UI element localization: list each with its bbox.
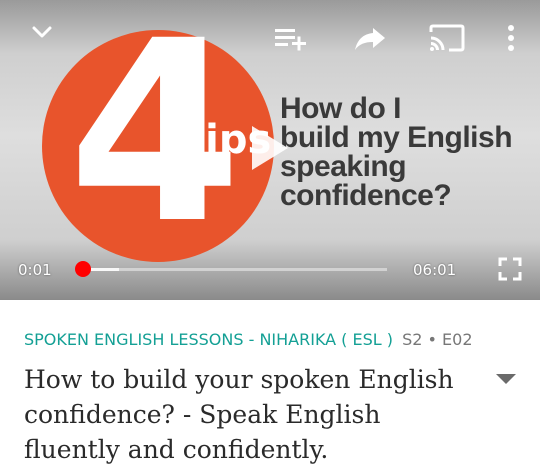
thumbnail-headline-line: confidence? (280, 179, 452, 212)
thumbnail-headline: How do I build my English speaking confi… (280, 92, 530, 212)
thumbnail-headline-line: speaking (280, 150, 407, 183)
series-name-link[interactable]: SPOKEN ENGLISH LESSONS - NIHARIKA ( ESL … (24, 330, 393, 349)
thumbnail-headline-line: build my English (280, 121, 513, 154)
episode-label: S2 • E02 (402, 330, 473, 349)
chevron-down-icon[interactable] (28, 18, 56, 46)
total-time: 06:01 (413, 261, 457, 279)
add-to-queue-icon[interactable] (273, 24, 309, 52)
fullscreen-icon[interactable] (498, 257, 522, 281)
cast-icon[interactable] (428, 23, 466, 53)
series-info: SPOKEN ENGLISH LESSONS - NIHARIKA ( ESL … (24, 330, 536, 349)
video-player[interactable]: 4 tips How do I build my English speakin… (0, 0, 540, 300)
seek-bar[interactable] (82, 268, 387, 271)
player-top-controls (0, 0, 540, 70)
share-icon[interactable] (353, 24, 387, 52)
seek-handle[interactable] (74, 261, 91, 277)
more-vert-icon[interactable] (501, 22, 521, 54)
current-time: 0:01 (18, 261, 52, 279)
thumbnail-headline-line: How do I (280, 92, 401, 125)
play-icon[interactable] (252, 126, 288, 170)
expand-description-icon[interactable] (494, 372, 518, 386)
video-title: How to build your spoken English confide… (24, 365, 454, 464)
